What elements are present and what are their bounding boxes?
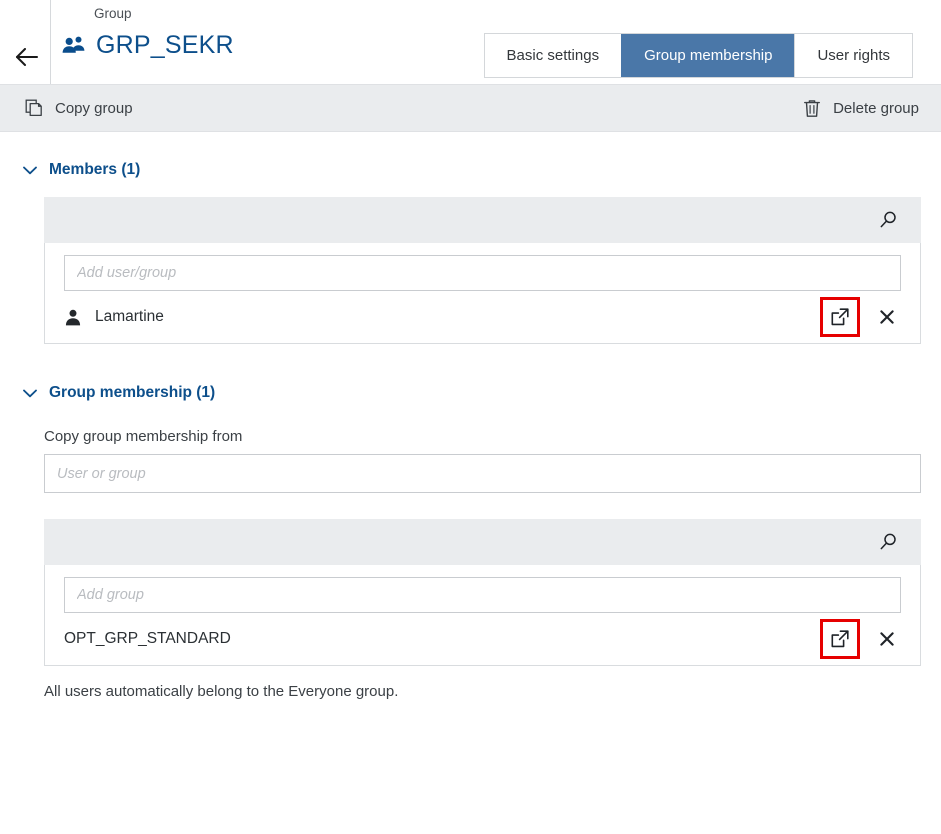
delete-group-label: Delete group xyxy=(833,99,919,117)
group-row-label-group: OPT_GRP_STANDARD xyxy=(64,630,820,648)
members-table-body: Lamartine xyxy=(44,243,921,344)
copy-group-label: Copy group xyxy=(55,99,133,117)
search-icon[interactable] xyxy=(877,209,899,231)
page-content: Members (1) Add user/group Lamartine Gro… xyxy=(0,161,941,700)
group-membership-table: OPT_GRP_STANDARD xyxy=(44,519,921,666)
members-table-header xyxy=(44,197,921,243)
copy-group-button[interactable]: Copy group xyxy=(24,98,133,118)
member-name: Lamartine xyxy=(95,308,164,325)
table-row: Lamartine xyxy=(64,291,901,343)
group-row-actions xyxy=(820,619,901,659)
group-name: OPT_GRP_STANDARD xyxy=(64,630,231,647)
chevron-down-icon xyxy=(23,163,37,177)
group-membership-table-body: OPT_GRP_STANDARD xyxy=(44,565,921,666)
members-table: Lamartine xyxy=(44,197,921,344)
back-button[interactable] xyxy=(12,42,42,72)
copy-group-membership-from-input[interactable] xyxy=(44,454,921,493)
table-row: OPT_GRP_STANDARD xyxy=(64,613,901,665)
group-membership-section-toggle[interactable]: Group membership (1) xyxy=(0,384,941,402)
everyone-group-note: All users automatically belong to the Ev… xyxy=(44,683,399,700)
tab-group-membership[interactable]: Group membership xyxy=(621,34,795,77)
member-row-actions xyxy=(820,297,901,337)
tab-basic-settings[interactable]: Basic settings xyxy=(484,34,622,77)
remove-group-button[interactable] xyxy=(876,628,898,650)
breadcrumb: Group xyxy=(94,6,132,21)
search-icon[interactable] xyxy=(877,531,899,553)
open-member-button[interactable] xyxy=(820,297,860,337)
external-link-icon xyxy=(831,630,850,649)
copy-group-membership-from-field xyxy=(0,454,941,493)
open-group-button[interactable] xyxy=(820,619,860,659)
page-title-block: Group GRP_SEKR xyxy=(62,4,234,60)
group-membership-section-title: Group membership (1) xyxy=(49,384,216,401)
person-icon xyxy=(64,308,82,326)
members-section-title: Members (1) xyxy=(49,161,141,178)
member-row-label-group: Lamartine xyxy=(64,308,820,326)
page-title: GRP_SEKR xyxy=(96,31,234,59)
action-toolbar: Copy group Delete group xyxy=(0,84,941,132)
copy-group-membership-from-label: Copy group membership from xyxy=(44,428,243,445)
header-divider xyxy=(50,0,51,84)
external-link-icon xyxy=(831,308,850,327)
add-group-input[interactable] xyxy=(64,577,901,613)
tab-bar: Basic settings Group membership User rig… xyxy=(483,33,913,78)
add-user-group-input[interactable] xyxy=(64,255,901,291)
copy-icon xyxy=(24,98,44,118)
chevron-down-icon xyxy=(23,386,37,400)
trash-icon xyxy=(802,98,822,118)
delete-group-button[interactable]: Delete group xyxy=(802,98,919,118)
group-people-icon xyxy=(62,33,90,57)
arrow-left-icon xyxy=(16,48,38,66)
group-membership-table-header xyxy=(44,519,921,565)
members-section-toggle[interactable]: Members (1) xyxy=(0,161,941,179)
remove-member-button[interactable] xyxy=(876,306,898,328)
page-header: Group GRP_SEKR Basic settings Group memb… xyxy=(0,0,941,84)
tab-user-rights[interactable]: User rights xyxy=(794,34,912,77)
